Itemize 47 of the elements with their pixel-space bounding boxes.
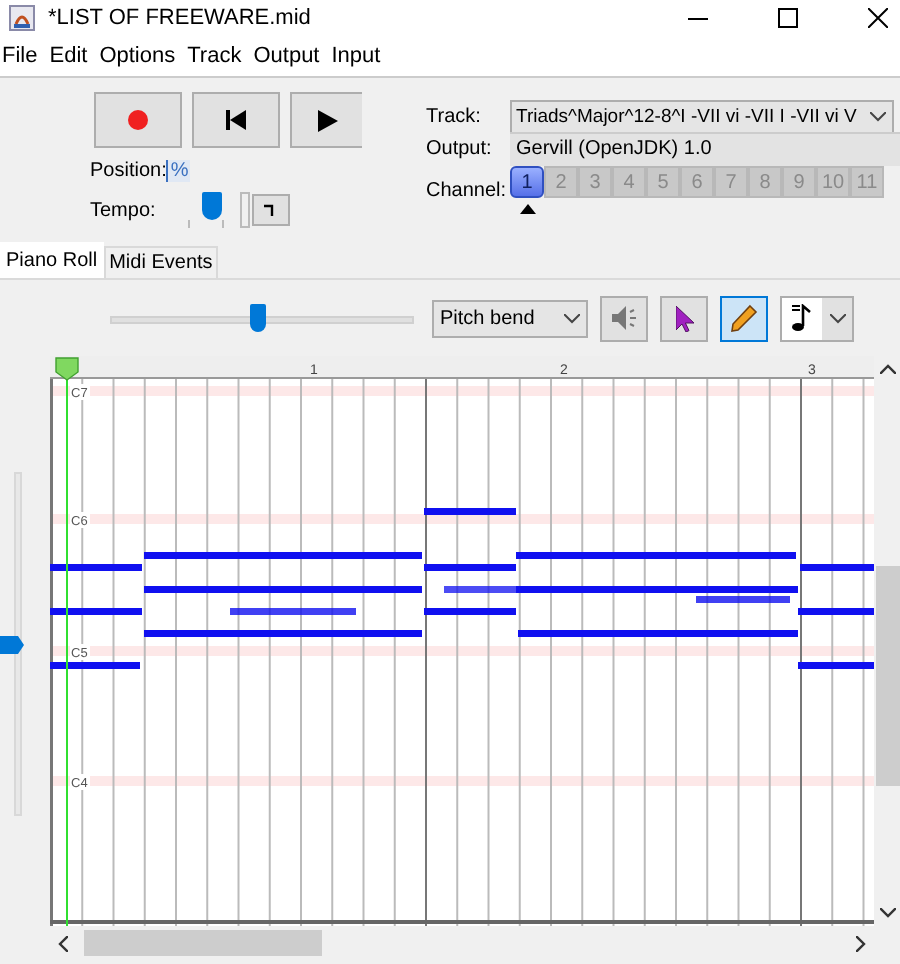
maximize-icon[interactable] (778, 8, 798, 28)
tempo-label: Tempo: (90, 199, 156, 221)
zoom-slider[interactable] (110, 304, 414, 332)
menu-item[interactable]: Edit (47, 44, 96, 68)
tempo-slider[interactable] (187, 192, 224, 228)
tab[interactable]: Midi Events (103, 246, 219, 278)
position-label: Position: (90, 159, 167, 181)
record-button[interactable] (94, 92, 182, 148)
window-title: *LIST OF FREEWARE.mid (48, 6, 311, 30)
track-dropdown[interactable]: Triads^Major^12-8^I -VII vi -VII I -VII vi V (510, 99, 894, 133)
skip-back-icon (226, 110, 246, 130)
note-length-dropdown[interactable] (780, 295, 854, 341)
chevron-down-icon (564, 313, 580, 323)
speaker-icon (610, 304, 638, 332)
position-field[interactable]: % (166, 159, 191, 181)
chevron-down-icon (830, 313, 846, 323)
record-icon (128, 110, 148, 130)
play-button[interactable] (290, 92, 362, 148)
menu-item[interactable]: Options (97, 44, 184, 68)
output-field[interactable]: Gervill (OpenJDK) 1.0 (510, 131, 900, 165)
channel-button[interactable]: 1 (510, 166, 544, 198)
close-icon[interactable] (868, 8, 888, 28)
chevron-down-icon (879, 908, 895, 918)
select-tool-button[interactable] (660, 295, 708, 341)
chevron-down-icon (870, 111, 886, 121)
app-icon (8, 4, 36, 32)
menu-item[interactable]: Output (251, 44, 328, 68)
music-note-icon (790, 304, 814, 332)
controller-dropdown[interactable]: Pitch bend (432, 299, 588, 337)
output-label: Output: (426, 137, 494, 159)
chevron-up-icon (879, 364, 895, 374)
mute-button[interactable] (600, 295, 648, 341)
cursor-icon (675, 305, 693, 331)
tempo-reset-button[interactable] (251, 194, 290, 226)
menu-item[interactable]: Input (329, 44, 389, 68)
play-icon (317, 109, 337, 131)
tab[interactable]: Piano Roll (0, 242, 104, 278)
chevron-left-icon (58, 935, 68, 951)
chevron-right-icon (856, 935, 866, 951)
pencil-icon (730, 304, 758, 332)
rewind-button[interactable] (192, 92, 280, 148)
channel-label: Channel: (426, 180, 509, 202)
menu-item[interactable]: File (0, 44, 46, 68)
pencil-tool-button[interactable] (720, 295, 768, 341)
triangle-marker-icon (519, 204, 535, 214)
track-label: Track: (426, 105, 483, 127)
menu-item[interactable]: Track (185, 44, 250, 68)
